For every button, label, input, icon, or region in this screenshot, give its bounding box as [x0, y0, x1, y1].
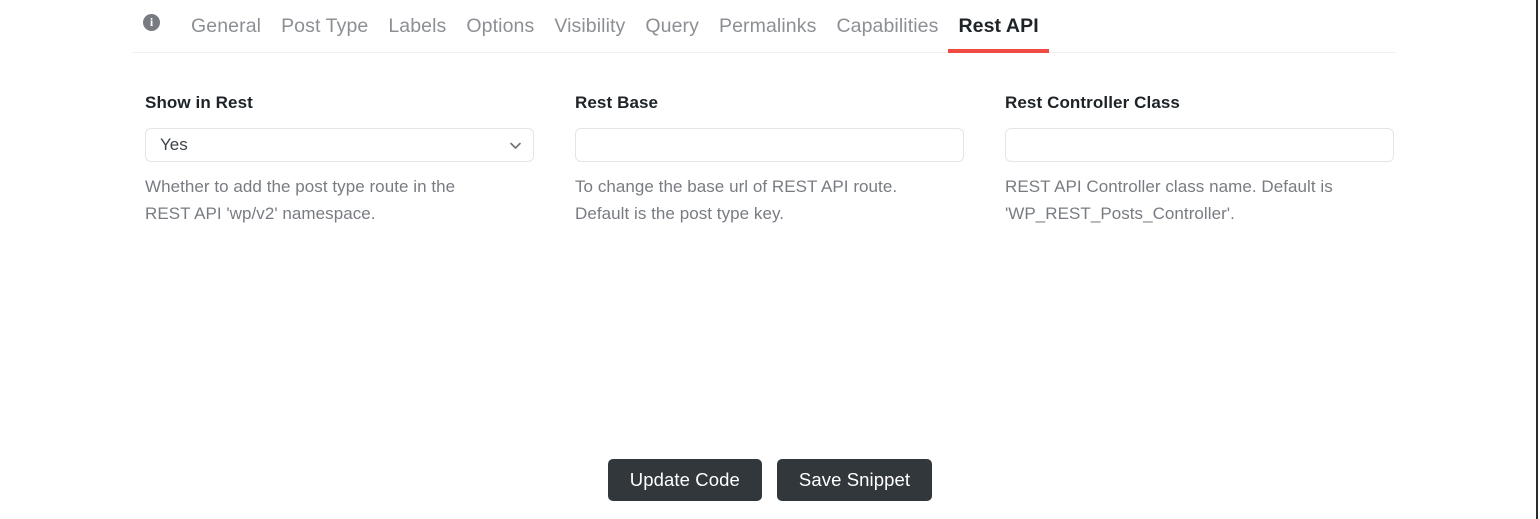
tab-options[interactable]: Options	[456, 0, 544, 53]
tab-labels[interactable]: Labels	[378, 0, 456, 53]
tab-rest-api[interactable]: Rest API	[948, 0, 1050, 53]
tab-visibility[interactable]: Visibility	[544, 0, 635, 53]
show-in-rest-control: Yes	[145, 128, 534, 162]
save-snippet-button[interactable]: Save Snippet	[776, 459, 933, 501]
tab-capabilities[interactable]: Capabilities	[826, 0, 948, 53]
field-description-rest-controller-class: REST API Controller class name. Default …	[1005, 177, 1333, 223]
rest-base-input[interactable]	[575, 128, 964, 162]
tab-permalinks[interactable]: Permalinks	[709, 0, 826, 53]
panel-right-edge	[1536, 0, 1538, 519]
show-in-rest-select[interactable]: Yes	[145, 128, 534, 162]
rest-controller-class-input[interactable]	[1005, 128, 1394, 162]
field-description-rest-base: To change the base url of REST API route…	[575, 177, 898, 223]
tab-general[interactable]: General	[181, 0, 271, 53]
settings-fields-row: Show in Rest Yes Whether to add the post…	[145, 92, 1397, 227]
tab-bar: i General Post Type Labels Options Visib…	[133, 0, 1395, 53]
field-label-rest-controller-class: Rest Controller Class	[1005, 93, 1180, 112]
info-icon: i	[143, 13, 160, 31]
field-label-show-in-rest: Show in Rest	[145, 93, 253, 112]
field-label-rest-base: Rest Base	[575, 93, 659, 112]
field-rest-controller-class: Rest Controller Class REST API Controlle…	[1005, 92, 1394, 227]
field-description-show-in-rest: Whether to add the post type route in th…	[145, 177, 456, 223]
rest-base-control	[575, 128, 964, 162]
update-code-button[interactable]: Update Code	[607, 459, 762, 501]
rest-controller-class-control	[1005, 128, 1394, 162]
field-show-in-rest: Show in Rest Yes Whether to add the post…	[145, 92, 534, 227]
action-bar: Update Code Save Snippet	[0, 459, 1540, 501]
tab-post-type[interactable]: Post Type	[271, 0, 378, 53]
field-rest-base: Rest Base To change the base url of REST…	[575, 92, 964, 227]
tab-query[interactable]: Query	[635, 0, 709, 53]
